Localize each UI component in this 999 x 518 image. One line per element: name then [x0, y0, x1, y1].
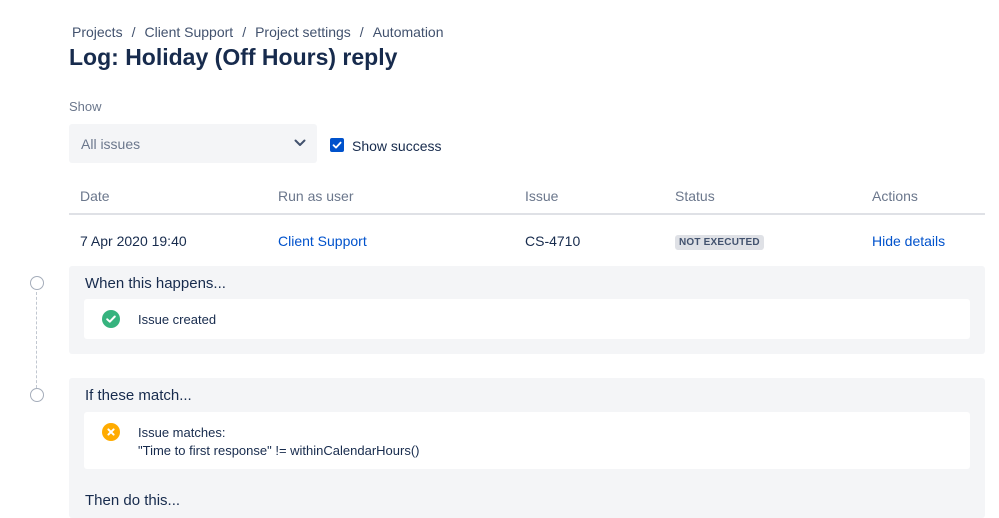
show-filter-label: Show [69, 99, 102, 114]
hide-details-link[interactable]: Hide details [872, 233, 945, 249]
column-header-run-as-user[interactable]: Run as user [278, 188, 353, 204]
failure-x-icon [102, 423, 120, 441]
breadcrumb-automation[interactable]: Automation [373, 24, 444, 40]
timeline-connector [36, 292, 37, 388]
condition-item-expression: "Time to first response" != withinCalend… [138, 443, 420, 458]
show-success-checkbox[interactable] [330, 138, 344, 152]
table-header-divider [69, 213, 985, 215]
checkmark-icon [332, 141, 342, 149]
breadcrumb-project-settings[interactable]: Project settings [255, 24, 351, 40]
show-filter-select[interactable]: All issues [69, 124, 317, 163]
chevron-down-icon [294, 139, 306, 146]
column-header-date[interactable]: Date [80, 188, 110, 204]
condition-card: Issue matches: "Time to first response" … [84, 412, 970, 469]
breadcrumb-separator: / [131, 24, 136, 40]
row-issue-key: CS-4710 [525, 233, 581, 249]
trigger-card: Issue created [84, 299, 970, 339]
breadcrumb-projects[interactable]: Projects [72, 24, 123, 40]
condition-panel: If these match... Issue matches: "Time t… [69, 378, 985, 518]
column-header-issue[interactable]: Issue [525, 188, 558, 204]
show-success-label[interactable]: Show success [352, 138, 441, 154]
condition-panel-title: If these match... [85, 387, 192, 404]
breadcrumb-separator: / [359, 24, 364, 40]
condition-item-text: Issue matches: [138, 425, 226, 440]
trigger-panel-title: When this happens... [85, 275, 226, 292]
trigger-panel: When this happens... Issue created [69, 266, 985, 354]
breadcrumb: Projects / Client Support / Project settings… [72, 24, 444, 40]
status-badge: NOT EXECUTED [675, 235, 764, 250]
action-panel-title: Then do this... [85, 492, 181, 509]
row-run-as-user-link[interactable]: Client Support [278, 233, 367, 249]
trigger-item-text: Issue created [138, 312, 217, 327]
column-header-status[interactable]: Status [675, 188, 715, 204]
breadcrumb-separator: / [242, 24, 247, 40]
page-title: Log: Holiday (Off Hours) reply [69, 44, 398, 70]
timeline-node-icon [30, 388, 44, 402]
success-check-icon [102, 310, 120, 328]
timeline-node-icon [30, 276, 44, 290]
show-filter-value: All issues [81, 136, 141, 152]
row-date: 7 Apr 2020 19:40 [80, 233, 187, 249]
breadcrumb-client-support[interactable]: Client Support [144, 24, 233, 40]
column-header-actions: Actions [872, 188, 918, 204]
